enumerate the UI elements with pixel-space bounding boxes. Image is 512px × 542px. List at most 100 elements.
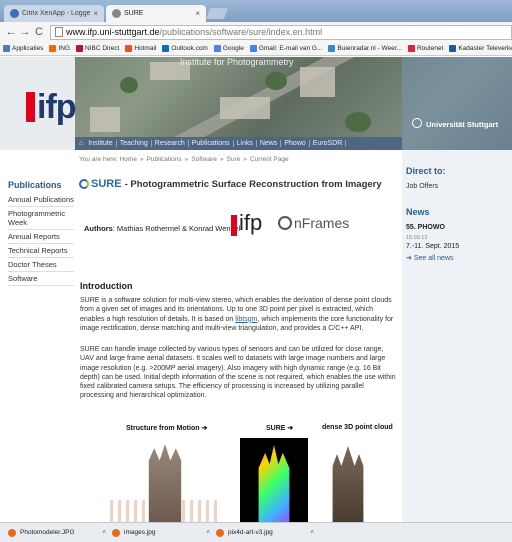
breadcrumb-item[interactable]: Software [191, 156, 217, 163]
nframes-circle-icon [278, 216, 292, 230]
tab-label: SURE [124, 10, 144, 17]
browser-tab-bar: Citrix XenApp - Logged O × SURE × [0, 0, 512, 22]
tab-citrix[interactable]: Citrix XenApp - Logged O × [4, 5, 104, 22]
nav-item-phowo[interactable]: Phowo [281, 140, 310, 147]
sidebar-list: Annual Publications Photogrammetric Week A… [8, 193, 74, 286]
download-item[interactable]: images.jpg ˄ [112, 528, 210, 537]
nav-item-news[interactable]: News [257, 140, 282, 147]
university-link[interactable]: Universität Stuttgart [426, 120, 498, 129]
download-item[interactable]: Photomodeler.JPG ˄ [8, 528, 106, 537]
direct-to-heading: Direct to: [406, 166, 446, 176]
libtsgm-link[interactable]: libtsgm [235, 316, 257, 323]
nav-item-links[interactable]: Links [234, 140, 257, 147]
see-all-news-link[interactable]: ➔ See all news [406, 254, 454, 262]
intro-paragraph-2: SURE can handle image collected by vario… [80, 346, 396, 400]
bookmark-label: NIBC Direct [85, 45, 120, 52]
bookmark-item[interactable]: Applicaties [3, 45, 43, 52]
top-navigation: ⌂ Institute Teaching Research Publications L… [75, 137, 402, 150]
bookmark-item[interactable]: Google [213, 45, 244, 52]
news-item-text: 7.-11. Sept. 2015 [406, 243, 460, 250]
sidebar-item[interactable]: Technical Reports [8, 244, 74, 258]
header-building [90, 107, 120, 132]
download-item[interactable]: pix4d-art-v3.jpg ˄ [216, 528, 314, 537]
ifp-logo-bar [26, 92, 35, 122]
download-label: Photomodeler.JPG [20, 529, 75, 536]
breadcrumb-prefix: You are here: [79, 156, 118, 163]
bookmark-item[interactable]: Outlook.com [162, 45, 208, 52]
bookmark-label: Hotmail [134, 45, 157, 52]
chevron-up-icon[interactable]: ˄ [102, 529, 106, 536]
breadcrumb-separator: » [219, 156, 224, 163]
sure-swirl-icon [79, 179, 89, 189]
bookmark-label: Gmail: E-mail van G... [258, 45, 323, 52]
tab-sure[interactable]: SURE × [106, 5, 206, 22]
header-building [300, 67, 335, 97]
breadcrumb-item[interactable]: Publications [147, 156, 182, 163]
bookmark-item[interactable]: ING [49, 45, 70, 52]
ifp-small-logo-bar [231, 215, 237, 236]
bookmark-label: Routenet [416, 45, 444, 52]
introduction-heading: Introduction [80, 281, 133, 291]
bookmark-icon [249, 45, 257, 52]
bookmark-item[interactable]: Routenet [407, 45, 444, 52]
header-tree [120, 77, 138, 93]
see-all-news-label: See all news [413, 255, 454, 262]
sure-logo: SURE [79, 178, 122, 190]
chevron-up-icon[interactable]: ˄ [310, 529, 314, 536]
sidebar-item[interactable]: Annual Publications [8, 193, 74, 207]
nav-item-eurosdr[interactable]: EuroSDR [310, 140, 347, 147]
tab-label: Citrix XenApp - Logged O [22, 10, 91, 17]
bookmark-item[interactable]: Hotmail [125, 45, 156, 52]
bookmark-item[interactable]: Gmail: E-mail van G... [249, 45, 323, 52]
page-title-row: SURE - Photogrammetric Surface Reconstru… [79, 178, 382, 190]
nframes-logo-text: nFrames [294, 215, 350, 231]
nav-item-teaching[interactable]: Teaching [117, 140, 152, 147]
new-tab-button[interactable] [205, 8, 229, 19]
bookmark-label: Applicaties [12, 45, 44, 52]
breadcrumb-item[interactable]: Home [120, 156, 137, 163]
sidebar-item[interactable]: Annual Reports [8, 230, 74, 244]
sidebar-item[interactable]: Doctor Theses [8, 258, 74, 272]
download-label: images.jpg [124, 529, 156, 536]
chevron-up-icon[interactable]: ˄ [206, 529, 210, 536]
bookmark-item[interactable]: NIBC Direct [76, 45, 119, 52]
bookmark-icon [407, 45, 415, 52]
intro-paragraph-1: SURE is a software solution for multi-vi… [80, 296, 398, 333]
bookmark-icon [76, 45, 83, 52]
reload-button[interactable]: C [32, 26, 46, 38]
close-icon[interactable]: × [93, 9, 98, 18]
page-favicon-icon [112, 9, 121, 18]
page-title: - Photogrammetric Surface Reconstruction… [124, 178, 382, 190]
breadcrumb-item[interactable]: Sure [227, 156, 241, 163]
home-icon[interactable]: ⌂ [79, 140, 83, 147]
nav-item-institute[interactable]: Institute [85, 140, 117, 147]
bookmark-label: Outlook.com [171, 45, 208, 52]
bookmark-icon [125, 45, 133, 52]
sidebar-item[interactable]: Software [8, 272, 74, 286]
job-offers-link[interactable]: Job Offers [406, 183, 438, 190]
url-input[interactable]: www.ifp.uni-stuttgart.de/publications/so… [50, 24, 512, 40]
figure-label-sfm: Structure from Motion ➔ [126, 425, 208, 432]
bookmark-item[interactable]: Kadaster Televerken... [449, 45, 512, 52]
close-icon[interactable]: × [195, 9, 200, 18]
download-bar: Photomodeler.JPG ˄ images.jpg ˄ pix4d-art-v3… [0, 522, 512, 542]
authors-line: Authors: Mathias Rothermel & Konrad Wenz… [84, 224, 240, 233]
ifp-logo-text[interactable]: ifp [37, 88, 77, 127]
breadcrumb-separator: » [243, 156, 247, 163]
sidebar-item[interactable]: Photogrammetric Week [8, 207, 74, 230]
back-button[interactable]: ← [4, 26, 18, 38]
news-item-title[interactable]: 55. PHOWO [406, 224, 445, 231]
nav-item-publications[interactable]: Publications [189, 140, 234, 147]
sidebar-heading[interactable]: Publications [8, 180, 62, 190]
bookmarks-bar: Applicaties ING NIBC Direct Hotmail Outlook.… [0, 42, 512, 56]
nav-item-research[interactable]: Research [152, 140, 189, 147]
bookmark-item[interactable]: Buienradar.nl - Weer... [328, 45, 402, 52]
authors-label: Authors [84, 224, 113, 233]
forward-button[interactable]: → [18, 26, 32, 38]
sure-logo-text: SURE [91, 178, 122, 190]
bookmark-label: Kadaster Televerken... [458, 45, 512, 52]
file-icon [112, 528, 120, 537]
news-heading: News [406, 207, 430, 217]
university-panel [402, 57, 512, 150]
bookmark-label: Google [222, 45, 244, 52]
